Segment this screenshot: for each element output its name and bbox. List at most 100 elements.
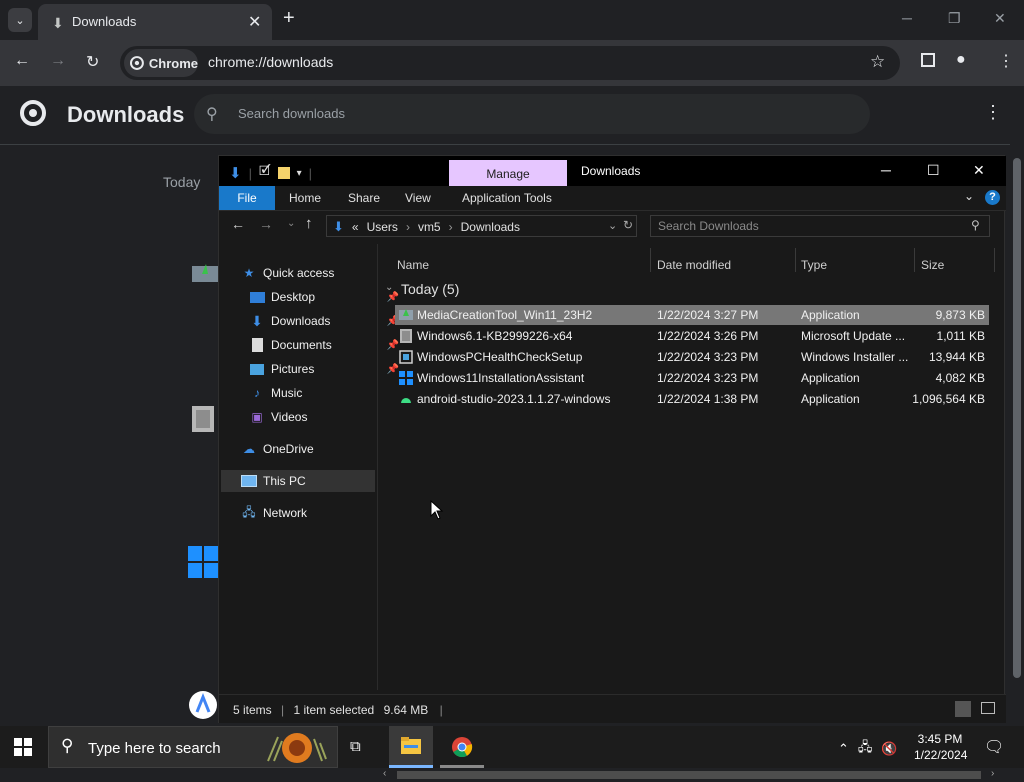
file-row[interactable]: WindowsPCHealthCheckSetup 1/22/2024 3:23…	[395, 347, 989, 367]
media-creation-tool-icon[interactable]	[192, 262, 218, 284]
minimize-icon[interactable]: ─	[902, 10, 912, 26]
windows-logo-icon[interactable]	[188, 546, 218, 578]
download-arrow-icon[interactable]: ⬇	[229, 164, 242, 182]
documents-icon	[249, 338, 265, 352]
separator: |	[281, 703, 285, 717]
ribbon-tab-application-tools[interactable]: Application Tools	[462, 191, 552, 205]
file-row[interactable]: Windows11InstallationAssistant 1/22/2024…	[395, 368, 989, 388]
customize-qat-icon[interactable]: ▾	[297, 168, 302, 179]
group-header-today[interactable]: Today (5)	[401, 281, 459, 297]
close-icon[interactable]: ✕	[994, 10, 1006, 27]
update-package-icon[interactable]	[190, 404, 216, 434]
android-studio-icon[interactable]	[188, 690, 218, 720]
large-icons-view-icon[interactable]	[981, 702, 995, 714]
profile-icon[interactable]: ●	[956, 51, 966, 69]
column-divider[interactable]	[914, 248, 915, 272]
column-header-type[interactable]: Type	[801, 258, 827, 272]
refresh-icon[interactable]: ↻	[623, 218, 633, 232]
show-hidden-icons-icon[interactable]: ⌃	[838, 741, 849, 757]
forward-icon[interactable]: →	[50, 52, 66, 70]
ribbon-tab-home[interactable]: Home	[289, 191, 321, 205]
explorer-titlebar: ⬇ | 🗹 ▾ | Manage Downloads ─ ☐ ✕	[219, 156, 1006, 187]
address-bar[interactable]: Chrome chrome://downloads ☆	[120, 46, 900, 80]
details-view-icon[interactable]	[955, 701, 971, 717]
horizontal-scrollbar[interactable]: ‹ ›	[379, 768, 1003, 782]
back-icon[interactable]: ←	[231, 216, 245, 232]
file-row[interactable]: Windows6.1-KB2999226-x64 1/22/2024 3:26 …	[395, 326, 989, 346]
nav-onedrive[interactable]: ☁ OneDrive	[241, 438, 395, 460]
ribbon-tab-file[interactable]: File	[219, 186, 275, 210]
new-tab-button[interactable]: +	[283, 8, 295, 28]
app-installer-icon	[399, 309, 413, 320]
scrollbar-thumb[interactable]	[397, 771, 981, 779]
window-title: Downloads	[581, 164, 641, 178]
breadcrumb-users[interactable]: Users	[367, 220, 398, 234]
more-actions-icon[interactable]: ⋮	[984, 102, 1002, 123]
scrollbar-thumb[interactable]	[1013, 158, 1021, 678]
reload-icon[interactable]: ↻	[86, 52, 99, 72]
site-info-chip[interactable]: Chrome	[124, 49, 198, 77]
explorer-address-bar[interactable]: ⬇ « Users › vm5 › Downloads ⌄ ↻	[326, 215, 637, 237]
forward-icon[interactable]: →	[259, 216, 273, 232]
network-icon: 🖧	[242, 504, 256, 519]
back-icon[interactable]: ←	[14, 52, 30, 70]
separator: |	[248, 165, 252, 181]
breadcrumb-overflow[interactable]: «	[352, 220, 359, 234]
start-button-windows-icon[interactable]	[14, 738, 32, 756]
file-row[interactable]: android-studio-2023.1.1.27-windows 1/22/…	[395, 389, 989, 409]
breadcrumb-downloads[interactable]: Downloads	[461, 220, 520, 234]
page-scrollbar[interactable]	[1010, 144, 1024, 726]
side-panel-icon[interactable]	[921, 53, 935, 67]
column-divider[interactable]	[650, 248, 651, 272]
restore-icon[interactable]: ❐	[948, 10, 961, 27]
recent-locations-icon[interactable]: ⌄	[287, 218, 295, 229]
properties-icon[interactable]: 🗹	[259, 162, 271, 184]
scroll-right-icon[interactable]: ›	[991, 768, 994, 779]
downloads-folder-icon: ⬇	[333, 219, 344, 234]
help-icon[interactable]: ?	[985, 190, 1000, 205]
taskbar-file-explorer[interactable]	[389, 726, 433, 768]
browser-tab[interactable]: ⬇ Downloads ✕	[38, 4, 272, 40]
column-header-size[interactable]: Size	[921, 258, 944, 272]
tab-search-button[interactable]: ⌄	[8, 8, 32, 32]
address-dropdown-icon[interactable]: ⌄	[608, 219, 617, 232]
maximize-icon[interactable]: ☐	[927, 162, 940, 179]
manage-contextual-tab[interactable]: Manage	[449, 160, 567, 187]
task-view-icon[interactable]: ⧉	[350, 738, 361, 755]
search-downloads-field[interactable]: ⚲ Search downloads	[194, 94, 870, 134]
ribbon-tab-view[interactable]: View	[405, 191, 431, 205]
minimize-icon[interactable]: ─	[881, 162, 891, 178]
expand-ribbon-icon[interactable]: ⌄	[964, 189, 974, 203]
new-folder-icon[interactable]	[277, 167, 290, 179]
windows-logo-icon	[399, 371, 413, 385]
breadcrumb-vm5[interactable]: vm5	[418, 220, 441, 234]
notification-icon[interactable]: 🗨	[984, 737, 1004, 757]
column-header-date-modified[interactable]: Date modified	[657, 258, 731, 272]
ribbon-tab-share[interactable]: Share	[348, 191, 380, 205]
column-header-name[interactable]: Name	[397, 258, 429, 272]
network-icon[interactable]: 🖧	[858, 738, 873, 760]
star-icon: ★	[243, 266, 255, 280]
download-arrow-icon: ⬇	[251, 312, 263, 329]
nav-this-pc[interactable]: This PC	[221, 470, 375, 492]
speaker-muted-icon[interactable]: 🔇	[881, 741, 897, 757]
taskbar-search-box[interactable]: ⚲ Type here to search	[48, 726, 338, 768]
column-divider[interactable]	[994, 248, 995, 272]
menu-kebab-icon[interactable]: ⋮	[998, 51, 1014, 71]
nav-network[interactable]: 🖧 Network	[241, 502, 395, 524]
folder-icon	[401, 737, 421, 754]
system-tray: ⌃ 🖧 🔇	[838, 738, 898, 760]
file-date: 1/22/2024 3:23 PM	[657, 371, 759, 385]
explorer-search-field[interactable]: Search Downloads ⚲	[650, 215, 990, 237]
taskbar-clock[interactable]: 3:45 PM 1/22/2024	[914, 731, 967, 763]
up-icon[interactable]: ↑	[305, 215, 313, 232]
nav-quick-access[interactable]: ★ Quick access	[241, 262, 395, 284]
column-divider[interactable]	[795, 248, 796, 272]
bookmark-star-icon[interactable]: ☆	[870, 52, 885, 72]
taskbar-chrome[interactable]	[440, 726, 484, 768]
group-collapse-icon[interactable]: ⌄	[385, 282, 393, 293]
close-icon[interactable]: ✕	[973, 162, 985, 179]
close-tab-icon[interactable]: ✕	[248, 12, 261, 32]
file-row[interactable]: MediaCreationTool_Win11_23H2 1/22/2024 3…	[395, 305, 989, 325]
scroll-left-icon[interactable]: ‹	[383, 768, 386, 779]
